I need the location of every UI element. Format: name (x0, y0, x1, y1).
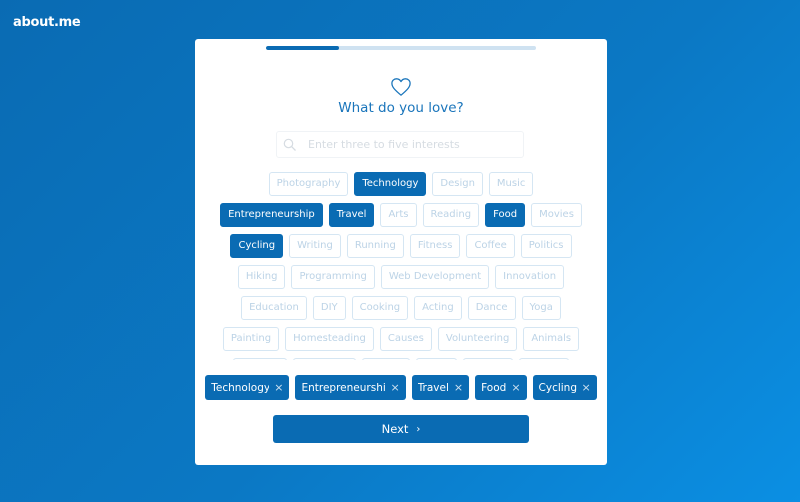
interest-tag[interactable]: Education (241, 296, 307, 320)
interest-tag[interactable]: Design (432, 172, 483, 196)
interest-tag[interactable]: Fitness (409, 234, 461, 258)
interests-card: What do you love? PhotographyTechnologyD… (195, 39, 607, 465)
interest-tag[interactable]: Volunteering (437, 327, 518, 351)
remove-chip-icon[interactable]: × (511, 381, 520, 394)
interest-tag[interactable]: Animals (523, 327, 580, 351)
interest-tag[interactable]: Travel (328, 203, 375, 227)
interest-tag[interactable]: Food (485, 203, 526, 227)
interest-tag[interactable]: Photography (268, 172, 349, 196)
selected-interest-chip: Entrepreneurship × (295, 375, 406, 400)
interest-tag[interactable]: Programming (291, 265, 375, 289)
interest-tag[interactable]: Politics (520, 234, 572, 258)
interest-tag[interactable]: Cooking (351, 296, 409, 320)
remove-chip-icon[interactable]: × (390, 381, 399, 394)
progress-bar-fill (266, 46, 339, 50)
interest-tag[interactable]: Writing (289, 234, 341, 258)
chip-label: Technology (211, 381, 270, 394)
interest-tag-hidden[interactable] (519, 358, 570, 360)
interest-tag[interactable]: Reading (422, 203, 480, 227)
interest-tag[interactable]: Shopping (292, 358, 356, 360)
interest-tag[interactable]: DIY (312, 296, 346, 320)
progress-bar (266, 46, 536, 50)
interest-tag-hidden[interactable] (463, 358, 514, 360)
interest-search[interactable] (276, 131, 524, 158)
interest-tag[interactable]: Acting (414, 296, 462, 320)
interest-tag[interactable]: Coffee (466, 234, 515, 258)
interest-tag[interactable]: Sports (361, 358, 410, 360)
interest-tag[interactable]: Running (346, 234, 404, 258)
interest-tag[interactable]: Painting (222, 327, 280, 351)
interest-tag[interactable]: Movies (531, 203, 582, 227)
interest-tag[interactable]: Cycling (230, 234, 284, 258)
remove-chip-icon[interactable]: × (274, 381, 283, 394)
interest-tag[interactable]: Web Development (380, 265, 490, 289)
page-title: What do you love? (338, 100, 464, 116)
selected-interest-chip: Travel × (411, 375, 470, 400)
chevron-right-icon: › (416, 423, 421, 435)
remove-chip-icon[interactable]: × (454, 381, 463, 394)
interest-tag[interactable]: Causes (379, 327, 432, 351)
remove-chip-icon[interactable]: × (582, 381, 591, 394)
selected-interest-chip: Food × (475, 375, 527, 400)
interest-tag[interactable]: Dance (467, 296, 516, 320)
next-button-label: Next (381, 422, 409, 436)
selected-interest-chip: Technology × (205, 375, 290, 400)
interest-tag[interactable]: Entrepreneurship (220, 203, 323, 227)
interest-tag-list[interactable]: Photography Technology Design Music Entrepre… (215, 172, 587, 360)
next-button[interactable]: Next › (273, 415, 529, 443)
selected-interests: Technology × Entrepreneurship × Travel × Food ×… (195, 375, 607, 400)
chip-label: Travel (417, 381, 449, 394)
interest-tag[interactable]: Technology (354, 172, 427, 196)
chip-label: Food (481, 381, 507, 394)
chip-label: Cycling (538, 381, 577, 394)
interest-tag[interactable]: Hiking (237, 265, 286, 289)
search-icon (283, 138, 296, 151)
heart-icon (391, 78, 411, 96)
interest-tag[interactable]: Arts (380, 203, 417, 227)
interest-tag[interactable]: Homesteading (285, 327, 374, 351)
about-me-logo[interactable]: about.me (13, 15, 81, 30)
interest-tag[interactable]: Fashion (232, 358, 287, 360)
interest-search-input[interactable] (308, 138, 508, 151)
interest-tag[interactable]: Dogs (415, 358, 458, 360)
selected-interest-chip: Cycling × (532, 375, 597, 400)
interest-tag[interactable]: Innovation (495, 265, 565, 289)
chip-label: Entrepreneurship (301, 381, 386, 394)
interest-tag[interactable]: Yoga (521, 296, 561, 320)
interest-tag[interactable]: Music (488, 172, 534, 196)
